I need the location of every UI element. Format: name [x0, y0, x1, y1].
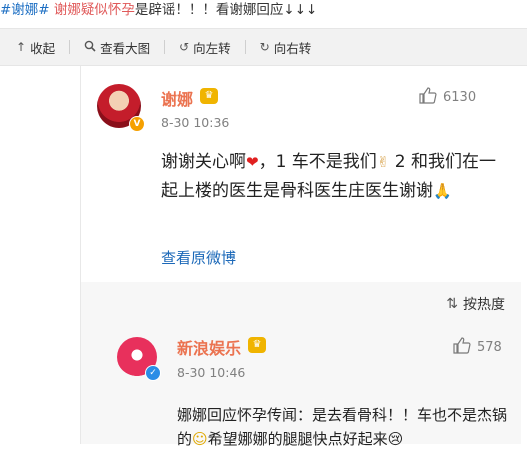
view-original-weibo-link[interactable]: 查看原微博: [161, 247, 236, 268]
thumbs-up-icon: [419, 87, 437, 108]
crown-badge-icon: ♛: [248, 337, 266, 353]
sort-icon: ⇅: [446, 296, 458, 312]
reply-comment: ✓ 新浪娱乐 ♛ 8-30 10:46 578 娜娜回应怀孕传闻：是去看骨科！！…: [97, 321, 521, 448]
headline-highlight: 谢娜疑似怀孕: [53, 2, 135, 18]
reply-like-count: 578: [477, 340, 502, 355]
toolbar-divider: [164, 40, 166, 54]
rotate-right-icon: ↻: [259, 40, 270, 54]
verified-badge-icon: ✓: [145, 365, 161, 381]
pray-hands-icon: 🙏: [433, 182, 452, 200]
view-large-image-button[interactable]: 查看大图: [84, 38, 150, 57]
comment-text: 谢谢关心啊❤，1 车不是我们✌ 2 和我们在一起上楼的医生是骨科医生庄医生谢谢🙏: [161, 148, 506, 206]
comment-text-part2: ，1 车不是我们: [258, 152, 377, 172]
rotate-right-label: 向右转: [273, 40, 312, 56]
toolbar-divider: [244, 40, 246, 54]
sort-label: 按热度: [463, 297, 505, 313]
rotate-left-label: 向左转: [193, 40, 231, 56]
thumbs-up-icon: [453, 337, 471, 358]
comment-text-part1: 谢谢关心啊: [161, 152, 246, 172]
collapse-label: 收起: [30, 40, 56, 56]
topic-tag-link[interactable]: #谢娜#: [0, 2, 50, 18]
view-large-label: 查看大图: [100, 40, 151, 56]
sort-by-hot-button[interactable]: ⇅ 按热度: [446, 294, 505, 314]
like-count: 6130: [443, 90, 477, 105]
reply-author-name[interactable]: 新浪娱乐: [177, 335, 241, 359]
search-icon: [84, 40, 96, 55]
heart-icon: ❤: [246, 153, 259, 171]
cry-emoji-icon: 😢: [387, 430, 404, 448]
smile-emoji-icon: ☺: [192, 430, 208, 448]
toolbar-divider: [69, 40, 71, 54]
reply-timestamp: 8-30 10:46: [177, 365, 246, 380]
rotate-left-icon: ↺: [179, 40, 190, 54]
main-comment: V 谢娜 ♛ 8-30 10:36 6130 谢谢关心啊❤，1 车不是我们✌ 2…: [81, 66, 521, 282]
up-arrow-icon: ↑: [16, 40, 27, 54]
headline-rest: 是辟谣！！！看谢娜回应↓↓↓: [134, 2, 318, 18]
victory-hand-icon: ✌: [376, 153, 390, 171]
crown-badge-icon: ♛: [200, 88, 218, 104]
image-toolbar: ↑ 收起 查看大图 ↺ 向左转 ↻ 向右转: [0, 28, 527, 66]
headline: #谢娜# 谢娜疑似怀孕是辟谣！！！看谢娜回应↓↓↓: [0, 0, 527, 22]
collapse-button[interactable]: ↑ 收起: [16, 38, 55, 57]
rotate-left-button[interactable]: ↺ 向左转: [179, 38, 231, 57]
comment-author-name[interactable]: 谢娜: [161, 86, 193, 110]
reply-text-part2: 希望娜娜的腿腿快点好起来: [207, 430, 388, 448]
rotate-right-button[interactable]: ↻ 向右转: [260, 38, 312, 57]
reply-like-button[interactable]: 578: [453, 337, 502, 358]
comment-timestamp: 8-30 10:36: [161, 115, 230, 130]
like-button[interactable]: 6130: [419, 87, 476, 108]
verified-badge-icon: V: [129, 116, 145, 132]
comment-card: V 谢娜 ♛ 8-30 10:36 6130 谢谢关心啊❤，1 车不是我们✌ 2…: [80, 66, 521, 448]
